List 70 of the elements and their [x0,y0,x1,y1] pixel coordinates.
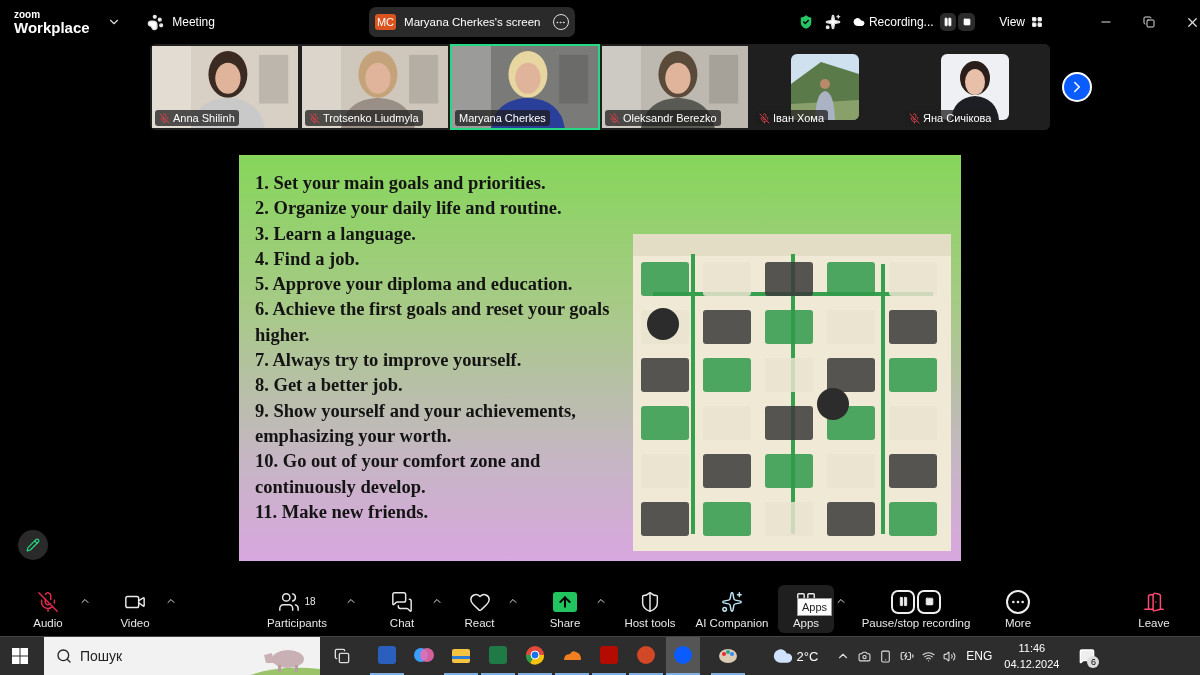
list-item: 6. Achieve the first goals and reset your goals higher. [255,298,611,347]
wifi-icon [922,649,936,663]
pause-icon [943,17,953,27]
restore-icon[interactable] [1143,16,1155,28]
initials-avatar: MC [374,14,397,30]
participant-name: Trotsenko Liudmyla [305,110,423,126]
battery-icon [900,649,915,663]
stop-icon [962,18,971,26]
list-item: 10. Go out of your comfort zone and continuously develop. [255,450,542,499]
search-field[interactable]: Пошук [44,637,320,675]
annotate-button[interactable] [18,530,48,560]
participant-name: Maryana Cherkes [455,110,550,126]
phone-icon [879,649,893,663]
weather-temperature: 2°C [796,648,819,664]
microphone-muted-icon [37,590,59,613]
stop-button[interactable] [958,13,976,31]
share-title: Maryana Cherkes's screen [404,16,542,28]
exit-door-icon [1143,590,1165,613]
toolbar-button[interactable]: Pause/stop recording [852,585,980,633]
brand-name: Workplace [14,19,91,35]
toolbar-button[interactable]: Leave [1124,585,1184,633]
task-view-icon[interactable] [334,648,350,664]
weather-cloud-icon [772,646,793,666]
toolbar-button[interactable]: Chat [374,585,430,633]
view-button[interactable]: View [999,15,1025,29]
participants-icon [278,590,301,613]
taskbar-app[interactable] [665,637,700,675]
recording-label: Recording... [868,15,934,29]
grid-icon[interactable] [1031,16,1043,28]
list-item: 11. Make new friends. [255,500,430,524]
pencil-icon [26,538,40,552]
cloud-record-icon [852,16,865,28]
toolbar-button[interactable]: Host tools [615,585,685,633]
browser-circle-icon [523,644,546,666]
list-item: 1. Set your main goals and priorities. [255,172,547,195]
toolbar-button[interactable]: Video [106,585,164,633]
list-item: 4. Find a job. [255,247,361,271]
toolbar-button[interactable]: Audio [18,585,78,633]
list-item: 9. Show yourself and your achievements, emphasizing your worth. [255,399,577,448]
chat-icon [391,590,413,613]
list-item: 2. Organize your daily life and routine. [255,197,563,221]
toolbar-button[interactable]: More [988,585,1048,633]
camera-icon [858,649,872,663]
toolbar-button[interactable]: React [453,585,506,633]
brand-small-text: zoom [14,9,42,20]
toolbar-button[interactable]: 18 Participants [250,585,344,633]
clock-date: 04.12.2024 [1004,657,1060,672]
language-indicator[interactable]: ENG [966,649,993,663]
participant-name: Anna Shilinh [155,110,239,126]
tooltip: Apps [797,598,833,616]
sparkle-icon[interactable] [824,14,841,30]
sparkle-icon [721,590,743,613]
next-page-button[interactable] [1062,72,1092,102]
toolbar-button[interactable]: Share [536,585,594,633]
search-icon [56,648,72,664]
list-item: 8. Get a better job. [255,374,404,398]
pause-button[interactable] [939,13,957,31]
pause-stop-icon [891,589,941,614]
list-item: 7. Always try to improve yourself. [255,349,523,373]
paw-icon [147,13,165,31]
list-item: 3. Learn a language. [255,222,417,246]
windows-logo-icon[interactable] [12,648,28,664]
list-item: 5. Approve your diploma and education. [255,273,574,297]
clock-time: 11:46 [1018,641,1046,656]
toolbar-button[interactable]: AI Companion [687,585,777,633]
shield-icon [639,590,661,613]
meeting-label: Meeting [172,15,215,29]
more-icon [1006,589,1030,614]
volume-icon [943,649,957,663]
participant-name: Oleksandr Berezko [605,110,721,126]
